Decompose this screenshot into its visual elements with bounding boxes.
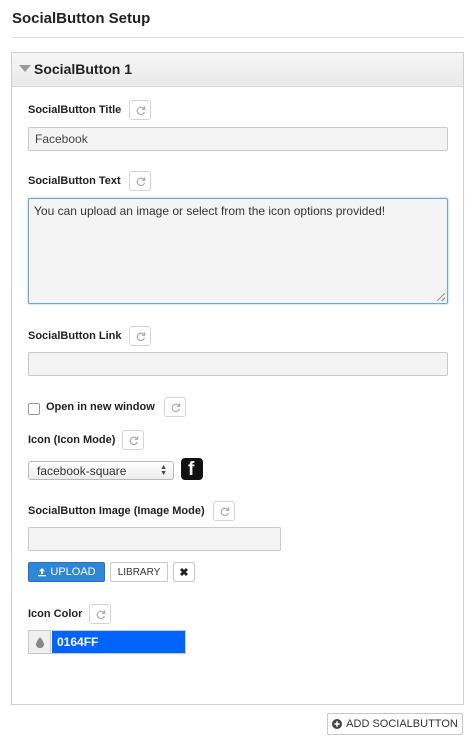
color-value-input[interactable]: 0164FF — [52, 631, 185, 653]
facebook-square-icon: f — [181, 458, 203, 480]
icon-select[interactable]: facebook-square ▲ ▼ — [28, 461, 174, 480]
title-label: SocialButton Title — [28, 104, 122, 116]
remove-image-button[interactable]: ✖ — [173, 562, 195, 582]
color-label: Icon Color — [28, 608, 83, 620]
refresh-icon — [136, 331, 145, 341]
socialbutton-panel: SocialButton 1 SocialButton Title Facebo… — [11, 52, 464, 705]
color-reset-button[interactable] — [89, 604, 111, 624]
image-reset-button[interactable] — [213, 501, 235, 521]
library-button-label: LIBRARY — [117, 566, 161, 578]
drop-icon — [35, 636, 44, 648]
add-socialbutton-label: ADD SOCIALBUTTON — [346, 718, 458, 730]
library-button[interactable]: LIBRARY — [110, 562, 168, 582]
new-window-reset-button[interactable] — [164, 397, 186, 417]
new-window-label[interactable]: Open in new window — [46, 401, 155, 413]
refresh-icon — [96, 609, 105, 619]
panel-title: SocialButton 1 — [34, 61, 133, 77]
resize-grip[interactable] — [437, 293, 445, 301]
color-picker[interactable]: 0164FF — [28, 630, 186, 654]
plus-circle-icon — [332, 719, 343, 729]
select-arrows-icon: ▲ ▼ — [160, 464, 167, 477]
new-window-checkbox[interactable] — [28, 403, 40, 415]
text-textarea[interactable]: You can upload an image or select from t… — [28, 198, 448, 304]
close-icon: ✖ — [179, 566, 189, 579]
text-textarea-value: You can upload an image or select from t… — [34, 204, 386, 218]
link-reset-button[interactable] — [129, 326, 151, 346]
image-label: SocialButton Image (Image Mode) — [28, 505, 205, 517]
icon-label: Icon (Icon Mode) — [28, 434, 116, 446]
icon-select-value: facebook-square — [37, 464, 127, 478]
upload-button-label: UPLOAD — [50, 566, 96, 578]
image-input[interactable] — [28, 527, 281, 551]
collapse-triangle-icon[interactable] — [19, 65, 31, 72]
title-reset-button[interactable] — [129, 100, 151, 120]
link-label: SocialButton Link — [28, 330, 122, 342]
refresh-icon — [171, 402, 180, 412]
refresh-icon — [136, 176, 145, 186]
refresh-icon — [136, 105, 145, 115]
upload-icon — [38, 568, 47, 577]
page-title: SocialButton Setup — [12, 10, 151, 27]
text-reset-button[interactable] — [129, 171, 151, 191]
title-input[interactable]: Facebook — [28, 127, 448, 151]
icon-reset-button[interactable] — [122, 430, 144, 450]
color-dropper-button[interactable] — [29, 631, 51, 653]
link-input[interactable] — [28, 352, 448, 376]
text-label: SocialButton Text — [28, 175, 121, 187]
add-socialbutton-button[interactable]: ADD SOCIALBUTTON — [327, 713, 463, 735]
refresh-icon — [129, 435, 138, 445]
upload-button[interactable]: UPLOAD — [28, 562, 105, 582]
refresh-icon — [220, 506, 229, 516]
panel-header[interactable]: SocialButton 1 — [12, 53, 463, 87]
title-divider — [12, 37, 464, 38]
